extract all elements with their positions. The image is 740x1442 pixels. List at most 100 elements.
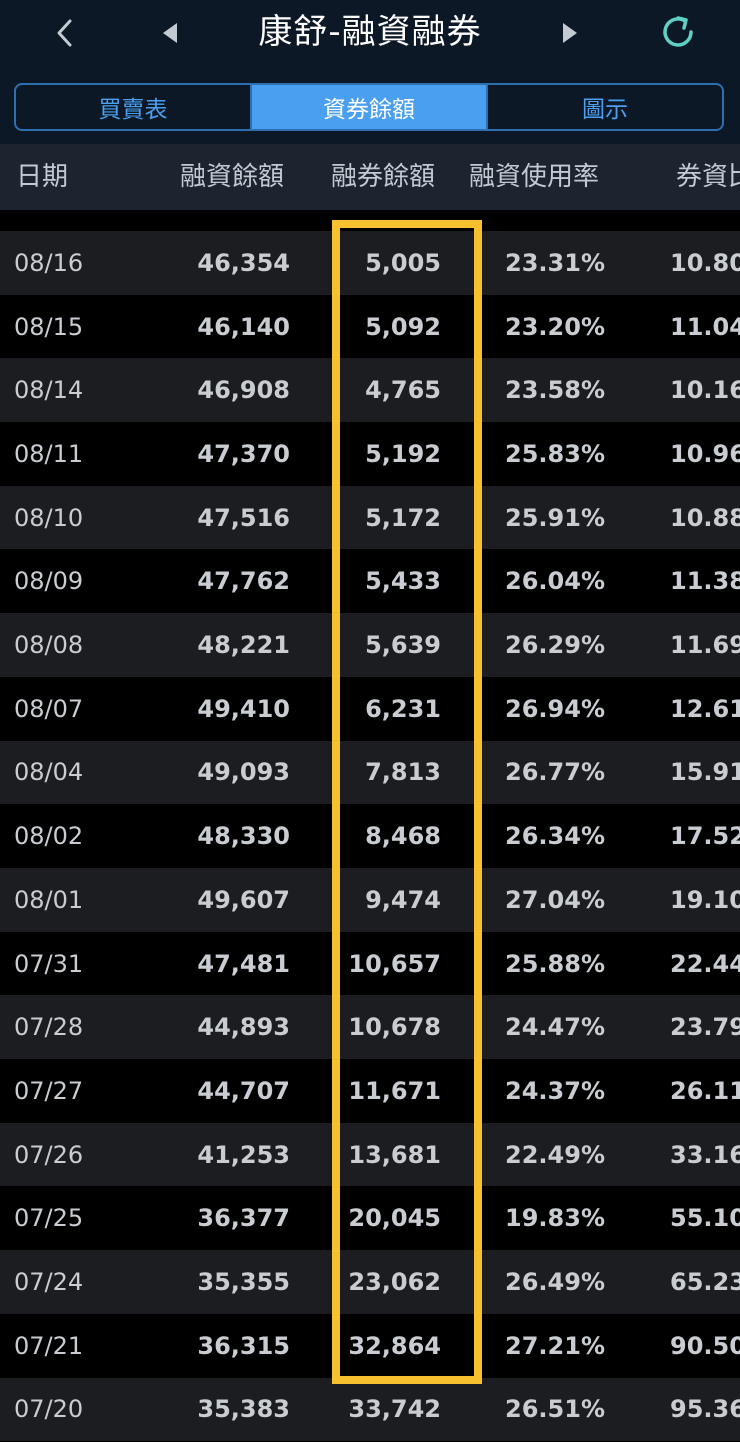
short-ratio-cell: 15.91: [670, 758, 740, 787]
table-row[interactable]: 07/26 41,253 13,681 22.49% 33.16: [0, 1122, 740, 1187]
tab-trade-table[interactable]: 買賣表: [16, 85, 250, 129]
financing-cell: 41,253: [197, 1140, 290, 1169]
app-screen: 康舒-融資融券 買賣表 資券餘額 圖示 日期 融資餘額 融券餘額 融資使用率 券…: [0, 0, 740, 1442]
short-cell: 5,433: [365, 567, 441, 596]
short-ratio-cell: 19.10: [670, 885, 740, 914]
table-row[interactable]: 07/24 35,355 23,062 26.49% 65.23: [0, 1250, 740, 1314]
date-cell: 08/02: [14, 822, 84, 851]
short-cell: 11,671: [348, 1076, 441, 1105]
table-row[interactable]: 08/02 48,330 8,468 26.34% 17.52: [0, 804, 740, 868]
table-row[interactable]: 08/10 47,516 5,172 25.91% 10.88: [0, 485, 740, 550]
financing-cell: 46,140: [197, 312, 290, 341]
financing-cell: 47,516: [197, 503, 290, 532]
next-stock-button[interactable]: [550, 10, 590, 56]
table-row[interactable]: 07/20 35,383 33,742 26.51% 95.36: [0, 1377, 740, 1442]
short-ratio-cell: 90.50: [670, 1331, 740, 1360]
financing-cell: 48,330: [197, 822, 290, 851]
short-cell: 32,864: [348, 1331, 441, 1360]
table-row[interactable]: 07/28 44,893 10,678 24.47% 23.79: [0, 995, 740, 1060]
short-ratio-cell: 22.44: [670, 949, 740, 978]
table-row[interactable]: 08/07 49,410 6,231 26.94% 12.61: [0, 676, 740, 741]
usage-rate-cell: 23.58%: [505, 376, 605, 405]
date-cell: 07/24: [14, 1268, 84, 1297]
financing-cell: 48,221: [197, 631, 290, 660]
column-header-usage[interactable]: 融資使用率: [469, 144, 599, 210]
usage-rate-cell: 26.77%: [505, 758, 605, 787]
financing-cell: 36,377: [197, 1204, 290, 1233]
date-cell: 08/09: [14, 567, 84, 596]
tab-bar-container: 買賣表 資券餘額 圖示: [0, 70, 740, 144]
column-header-short[interactable]: 融券餘額: [331, 144, 435, 210]
financing-cell: 49,093: [197, 758, 290, 787]
triangle-left-icon: [163, 23, 177, 43]
refresh-button[interactable]: [654, 8, 702, 56]
short-cell: 33,742: [348, 1395, 441, 1424]
date-cell: 08/11: [14, 439, 84, 468]
date-cell: 07/20: [14, 1395, 84, 1424]
date-cell: 08/08: [14, 631, 84, 660]
table-row[interactable]: 07/21 36,315 32,864 27.21% 90.50: [0, 1313, 740, 1378]
short-cell: 5,192: [365, 439, 441, 468]
table-row[interactable]: 08/08 48,221 5,639 26.29% 11.69: [0, 613, 740, 677]
table-row[interactable]: 08/09 47,762 5,433 26.04% 11.38: [0, 549, 740, 614]
short-ratio-cell: 11.69: [670, 631, 740, 660]
tab-chart[interactable]: 圖示: [486, 85, 722, 129]
financing-cell: 36,315: [197, 1331, 290, 1360]
short-cell: 6,231: [365, 694, 441, 723]
short-cell: 23,062: [348, 1268, 441, 1297]
table-row[interactable]: 08/01 49,607 9,474 27.04% 19.10: [0, 868, 740, 932]
usage-rate-cell: 26.29%: [505, 631, 605, 660]
column-header-financing[interactable]: 融資餘額: [180, 144, 284, 210]
short-ratio-cell: 33.16: [670, 1140, 740, 1169]
date-cell: 07/31: [14, 949, 84, 978]
short-ratio-cell: 11.04: [670, 312, 740, 341]
usage-rate-cell: 19.83%: [505, 1204, 605, 1233]
chevron-left-icon: [57, 19, 72, 47]
short-cell: 5,172: [365, 503, 441, 532]
short-cell: 13,681: [348, 1140, 441, 1169]
date-cell: 08/14: [14, 376, 84, 405]
table-row[interactable]: 07/31 47,481 10,657 25.88% 22.44: [0, 931, 740, 996]
financing-cell: 47,762: [197, 567, 290, 596]
table-row[interactable]: 08/14 46,908 4,765 23.58% 10.16: [0, 358, 740, 423]
tab-margin-balance[interactable]: 資券餘額: [250, 85, 486, 129]
short-cell: 5,639: [365, 631, 441, 660]
short-ratio-cell: 95.36: [670, 1395, 740, 1424]
date-cell: 07/21: [14, 1331, 84, 1360]
financing-cell: 44,893: [197, 1013, 290, 1042]
usage-rate-cell: 26.34%: [505, 822, 605, 851]
table-row[interactable]: 08/16 46,354 5,005 23.31% 10.80: [0, 231, 740, 295]
short-ratio-cell: 55.10: [670, 1204, 740, 1233]
prev-stock-button[interactable]: [150, 10, 190, 56]
date-cell: 08/10: [14, 503, 84, 532]
short-cell: 5,092: [365, 312, 441, 341]
usage-rate-cell: 22.49%: [505, 1140, 605, 1169]
short-cell: 4,765: [365, 376, 441, 405]
triangle-right-icon: [563, 23, 577, 43]
usage-rate-cell: 25.91%: [505, 503, 605, 532]
usage-rate-cell: 25.88%: [505, 949, 605, 978]
column-header-date[interactable]: 日期: [16, 144, 68, 210]
short-cell: 7,813: [365, 758, 441, 787]
back-button[interactable]: [44, 10, 84, 56]
usage-rate-cell: 23.20%: [505, 312, 605, 341]
financing-cell: 35,355: [197, 1268, 290, 1297]
usage-rate-cell: 24.37%: [505, 1076, 605, 1105]
financing-cell: 35,383: [197, 1395, 290, 1424]
usage-rate-cell: 26.94%: [505, 694, 605, 723]
table-row[interactable]: 08/04 49,093 7,813 26.77% 15.91: [0, 740, 740, 805]
financing-cell: 46,354: [197, 248, 290, 277]
table-row[interactable]: 07/27 44,707 11,671 24.37% 26.11: [0, 1059, 740, 1123]
financing-cell: 44,707: [197, 1076, 290, 1105]
table-row[interactable]: 08/15 46,140 5,092 23.20% 11.04: [0, 294, 740, 359]
usage-rate-cell: 27.21%: [505, 1331, 605, 1360]
table-row[interactable]: 08/11 47,370 5,192 25.83% 10.96: [0, 422, 740, 486]
usage-rate-cell: 27.04%: [505, 885, 605, 914]
usage-rate-cell: 26.49%: [505, 1268, 605, 1297]
usage-rate-cell: 24.47%: [505, 1013, 605, 1042]
short-ratio-cell: 10.88: [670, 503, 740, 532]
table-row[interactable]: 07/25 36,377 20,045 19.83% 55.10: [0, 1186, 740, 1251]
financing-cell: 49,410: [197, 694, 290, 723]
column-header-ratio[interactable]: 券資比: [676, 144, 740, 210]
margin-balance-table[interactable]: 08/16 46,354 5,005 23.31% 10.80 08/15 46,140 5,…: [0, 210, 740, 1442]
